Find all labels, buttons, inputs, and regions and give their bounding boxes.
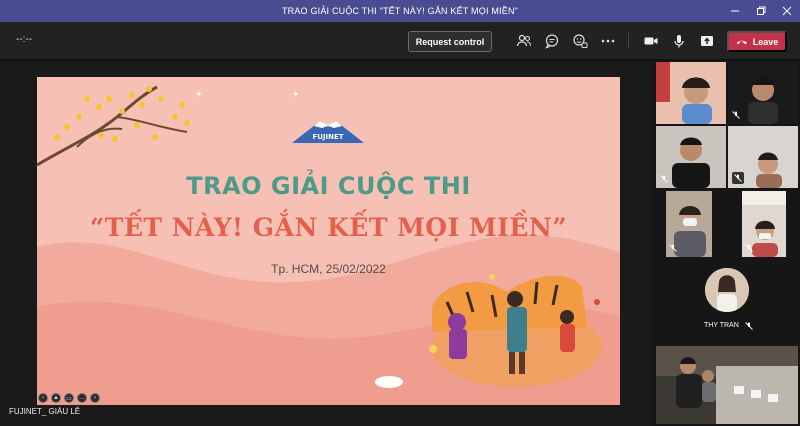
window-title: TRAO GIẢI CUỘC THI "TẾT NÀY! GẮN KẾT MỌI…: [281, 6, 519, 16]
participant-video-tile[interactable]: [728, 62, 798, 124]
close-icon[interactable]: [774, 0, 800, 22]
share-screen-icon[interactable]: [698, 32, 716, 50]
participant-video-tile[interactable]: [656, 126, 726, 188]
participant-gallery: THY TRAN: [652, 61, 800, 426]
room-video-tile[interactable]: [656, 346, 798, 424]
slide-date: Tp. HCM, 25/02/2022: [271, 262, 386, 276]
muted-mic-icon: [668, 243, 678, 253]
minimize-icon[interactable]: [722, 0, 748, 22]
title-bar: TRAO GIẢI CUỘC THI "TẾT NÀY! GẮN KẾT MỌI…: [0, 0, 800, 22]
muted-mic-icon: [731, 110, 741, 120]
slide-heading: TRAO GIẢI CUỘC THI: [186, 172, 471, 200]
participant-video-tile[interactable]: [742, 191, 786, 257]
svg-text:✦: ✦: [292, 90, 300, 100]
reactions-icon[interactable]: [571, 32, 589, 50]
shared-content-stage: ✦ ✦ FUJINET TRAO GIẢI CUỘC THI “TẾT NÀY!…: [0, 61, 652, 426]
request-control-button[interactable]: Request control: [408, 31, 492, 52]
slide-controls: ‹ ▲ ▭ … ›: [38, 393, 100, 403]
microphone-icon[interactable]: [670, 32, 688, 50]
teams-meeting-window: TRAO GIẢI CUỘC THI "TẾT NÀY! GẮN KẾT MỌI…: [0, 0, 800, 426]
participant-video-tile[interactable]: [728, 126, 798, 188]
muted-mic-icon: [744, 321, 754, 331]
next-slide-icon[interactable]: ›: [90, 393, 100, 403]
pointer-icon[interactable]: ▲: [51, 393, 61, 403]
restore-icon[interactable]: [748, 0, 774, 22]
muted-mic-icon: [744, 243, 754, 253]
hang-up-icon: [736, 40, 747, 44]
participant-video-tile[interactable]: [666, 191, 712, 257]
participant-name: THY TRAN: [704, 322, 739, 329]
logo-text: FUJINET: [312, 133, 344, 141]
more-options-icon[interactable]: [599, 32, 617, 50]
meeting-toolbar: --:-- Request control Leave: [0, 22, 800, 60]
leave-label: Leave: [752, 36, 779, 47]
toolbar-divider: [628, 33, 629, 49]
leave-button[interactable]: Leave: [727, 31, 787, 52]
participant-video-tile[interactable]: [656, 62, 726, 124]
presentation-slide: ✦ ✦ FUJINET TRAO GIẢI CUỘC THI “TẾT NÀY!…: [37, 77, 620, 405]
captions-icon[interactable]: ▭: [64, 393, 74, 403]
chat-icon[interactable]: [543, 32, 561, 50]
meeting-timer: --:--: [16, 34, 33, 45]
people-icon[interactable]: [515, 32, 533, 50]
presenter-name: FUJINET_ GIÀU LÊ: [9, 407, 81, 416]
camera-icon[interactable]: [642, 32, 660, 50]
slide-more-icon[interactable]: …: [77, 393, 87, 403]
fujinet-logo: FUJINET: [290, 117, 366, 145]
muted-mic-icon: [732, 172, 744, 184]
svg-text:✦: ✦: [195, 90, 203, 100]
muted-mic-icon: [659, 174, 669, 184]
previous-slide-icon[interactable]: ‹: [38, 393, 48, 403]
slide-subheading: “TẾT NÀY! GẮN KẾT MỌI MIỀN”: [89, 213, 568, 242]
participant-avatar: [705, 268, 749, 312]
